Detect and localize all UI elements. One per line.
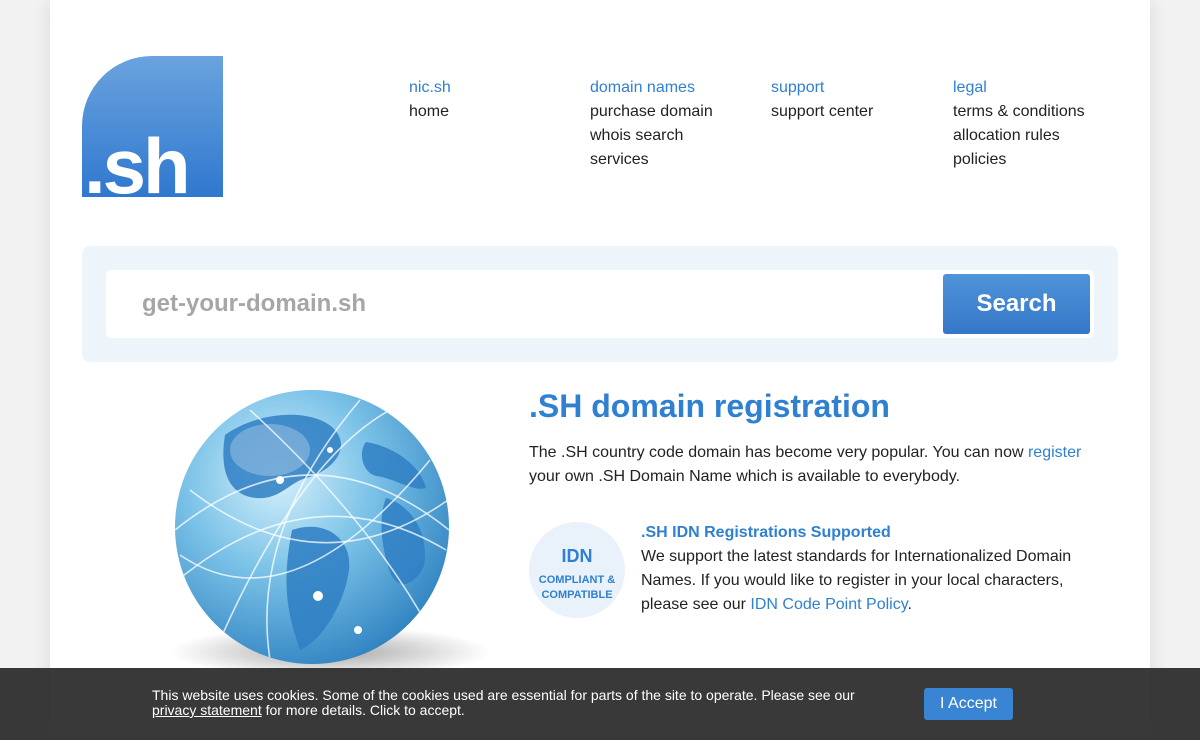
cookie-message: This website uses cookies. Some of the c… xyxy=(152,688,872,718)
nav-item-whois-search[interactable]: whois search xyxy=(590,124,713,148)
idn-badge-title: IDN xyxy=(561,546,593,566)
idn-paragraph: We support the latest standards for Inte… xyxy=(641,545,1101,617)
nav-item-home[interactable]: home xyxy=(409,100,451,124)
idn-section-title: .SH IDN Registrations Supported xyxy=(641,524,891,541)
page-container: .sh nic.sh home domain names purchase do… xyxy=(50,0,1150,740)
page-title: .SH domain registration xyxy=(529,388,890,424)
privacy-statement-link[interactable]: privacy statement xyxy=(152,702,262,718)
nav-column-nic: nic.sh home xyxy=(409,76,451,124)
idn-text-end: . xyxy=(907,596,912,613)
nav-heading-support[interactable]: support xyxy=(771,76,873,100)
intro-paragraph: The .SH country code domain has become v… xyxy=(529,441,1099,489)
nav-item-purchase-domain[interactable]: purchase domain xyxy=(590,100,713,124)
nav-item-terms[interactable]: terms & conditions xyxy=(953,100,1085,124)
idn-policy-link[interactable]: IDN Code Point Policy xyxy=(750,596,907,613)
cookie-text-start: This website uses cookies. Some of the c… xyxy=(152,687,855,703)
domain-search-panel: Search xyxy=(82,246,1118,362)
nav-item-services[interactable]: services xyxy=(590,148,713,172)
search-box: Search xyxy=(106,270,1094,338)
idn-badge-line2: COMPLIANT & xyxy=(538,574,616,586)
nav-item-support-center[interactable]: support center xyxy=(771,100,873,124)
domain-search-input[interactable] xyxy=(122,270,922,338)
nav-heading-legal[interactable]: legal xyxy=(953,76,1085,100)
register-link[interactable]: register xyxy=(1028,444,1081,461)
accept-cookies-button[interactable]: I Accept xyxy=(924,688,1013,720)
nav-heading-nic[interactable]: nic.sh xyxy=(409,76,451,100)
globe-illustration xyxy=(170,390,490,678)
idn-badge-line3: COMPATIBLE xyxy=(541,589,613,601)
sh-logo[interactable]: .sh xyxy=(82,56,223,197)
nav-item-policies[interactable]: policies xyxy=(953,148,1085,172)
nav-heading-domain-names[interactable]: domain names xyxy=(590,76,713,100)
logo-text: .sh xyxy=(84,122,188,197)
search-button[interactable]: Search xyxy=(943,274,1090,334)
intro-text-end: your own .SH Domain Name which is availa… xyxy=(529,468,961,485)
nav-column-support: support support center xyxy=(771,76,873,124)
nav-column-domain-names: domain names purchase domain whois searc… xyxy=(590,76,713,172)
intro-text-start: The .SH country code domain has become v… xyxy=(529,444,1028,461)
cookie-consent-bar: This website uses cookies. Some of the c… xyxy=(0,668,1200,740)
idn-badge: IDN COMPLIANT & COMPATIBLE xyxy=(529,522,625,618)
nav-column-legal: legal terms & conditions allocation rule… xyxy=(953,76,1085,172)
cookie-text-end: for more details. Click to accept. xyxy=(261,702,465,718)
nav-item-allocation-rules[interactable]: allocation rules xyxy=(953,124,1085,148)
